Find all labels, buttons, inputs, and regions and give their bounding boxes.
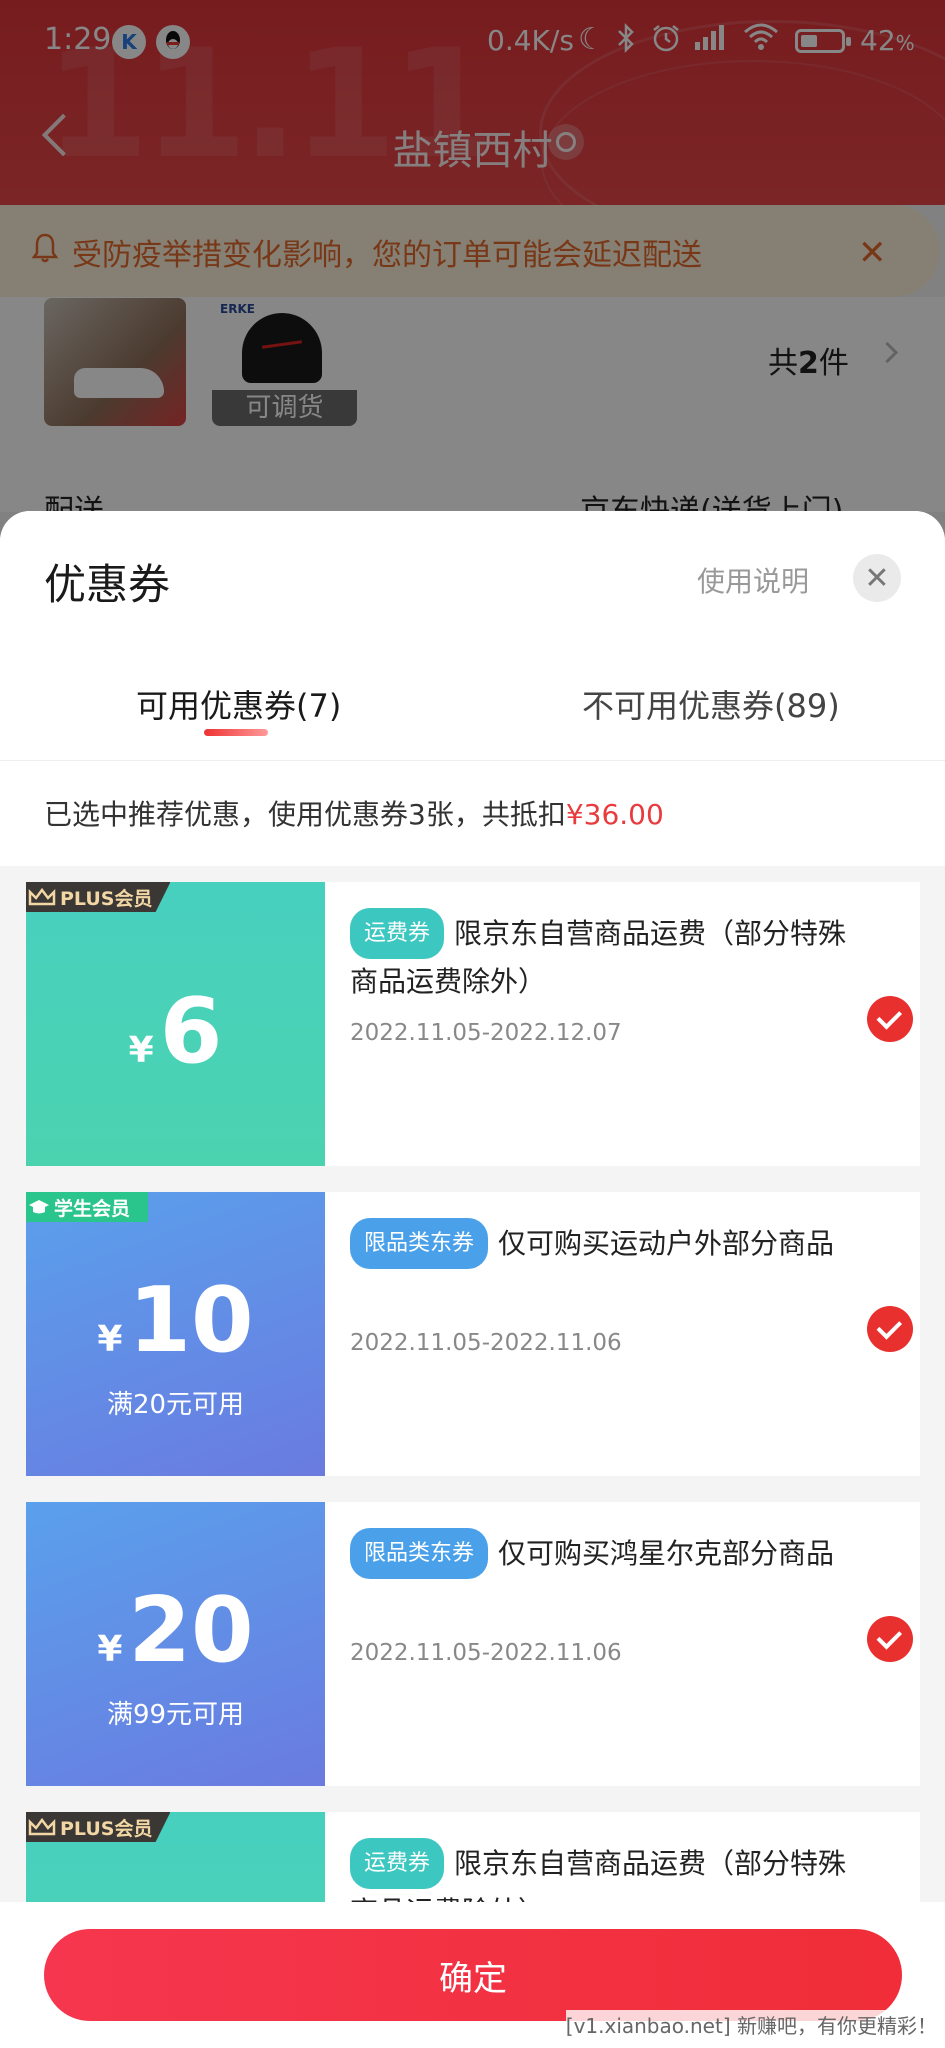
- coupon-value-panel: 学生会员 ¥10 满20元可用: [26, 1192, 325, 1476]
- coupon-type-tag: 限品类东券: [350, 1528, 489, 1579]
- coupon-type-tag: 限品类东券: [350, 1218, 489, 1269]
- checkmark-icon[interactable]: [867, 1616, 913, 1662]
- close-icon[interactable]: ✕: [853, 554, 901, 602]
- coupon-condition: 满20元可用: [106, 1390, 245, 1420]
- active-tab-indicator: [204, 729, 268, 736]
- coupon-validity: 2022.11.05-2022.11.06: [350, 1640, 622, 1666]
- student-member-badge: 学生会员: [26, 1192, 149, 1222]
- tab-unavailable[interactable]: 不可用优惠券(89): [582, 681, 840, 727]
- coupon-validity: 2022.11.05-2022.11.06: [350, 1330, 622, 1356]
- coupon-sheet: 优惠券 使用说明 ✕ 可用优惠券(7) 不可用优惠券(89) 已选中推荐优惠，使…: [0, 511, 945, 2048]
- confirm-button[interactable]: 确定: [44, 1929, 902, 2021]
- tab-available[interactable]: 可用优惠券(7): [136, 681, 341, 727]
- watermark: [v1.xianbao.net] 新赚吧，有你更精彩！: [565, 2010, 937, 2039]
- coupon-card[interactable]: ¥20 满99元可用 限品类东券 仅可购买鸿星尔克部分商品 2022.11.05-…: [26, 1502, 920, 1786]
- coupon-amount: ¥6: [128, 979, 223, 1084]
- coupon-amount: ¥10: [97, 1268, 254, 1373]
- coupon-type-tag: 运费券: [350, 1838, 445, 1889]
- selection-summary: 已选中推荐优惠，使用优惠券3张，共抵扣¥36.00: [0, 761, 945, 866]
- crown-icon: [28, 1818, 56, 1836]
- coupon-card[interactable]: PLUS会员 ¥6 运费券 限京东自营商品运费（部分特殊商品运费除外） 2022.…: [26, 882, 920, 1166]
- coupon-condition: 满99元可用: [106, 1700, 245, 1730]
- crown-icon: [28, 888, 56, 906]
- sheet-title: 优惠券: [44, 560, 171, 609]
- coupon-description: 运费券限京东自营商品运费（部分特殊商品运费除外）: [350, 908, 850, 1004]
- plus-member-badge: PLUS会员: [26, 1812, 171, 1842]
- coupon-type-tag: 运费券: [350, 908, 445, 959]
- coupon-amount: ¥20: [97, 1578, 254, 1683]
- summary-amount: ¥36.00: [565, 798, 664, 831]
- plus-member-badge: PLUS会员: [26, 882, 171, 912]
- summary-text: 已选中推荐优惠，使用优惠券3张，共抵扣: [44, 798, 566, 831]
- coupon-value-panel: ¥20 满99元可用: [26, 1502, 325, 1786]
- usage-instructions-link[interactable]: 使用说明: [697, 560, 809, 600]
- coupon-value-panel: PLUS会员 ¥6: [26, 882, 325, 1166]
- graduation-cap-icon: [29, 1200, 49, 1214]
- checkmark-icon[interactable]: [867, 996, 913, 1042]
- coupon-card[interactable]: 学生会员 ¥10 满20元可用 限品类东券 仅可购买运动户外部分商品 2022.1…: [26, 1192, 920, 1476]
- coupon-validity: 2022.11.05-2022.12.07: [350, 1020, 622, 1046]
- checkmark-icon[interactable]: [867, 1306, 913, 1352]
- coupon-description: 限品类东券 仅可购买鸿星尔克部分商品: [350, 1528, 850, 1579]
- coupon-description: 限品类东券 仅可购买运动户外部分商品: [350, 1218, 850, 1269]
